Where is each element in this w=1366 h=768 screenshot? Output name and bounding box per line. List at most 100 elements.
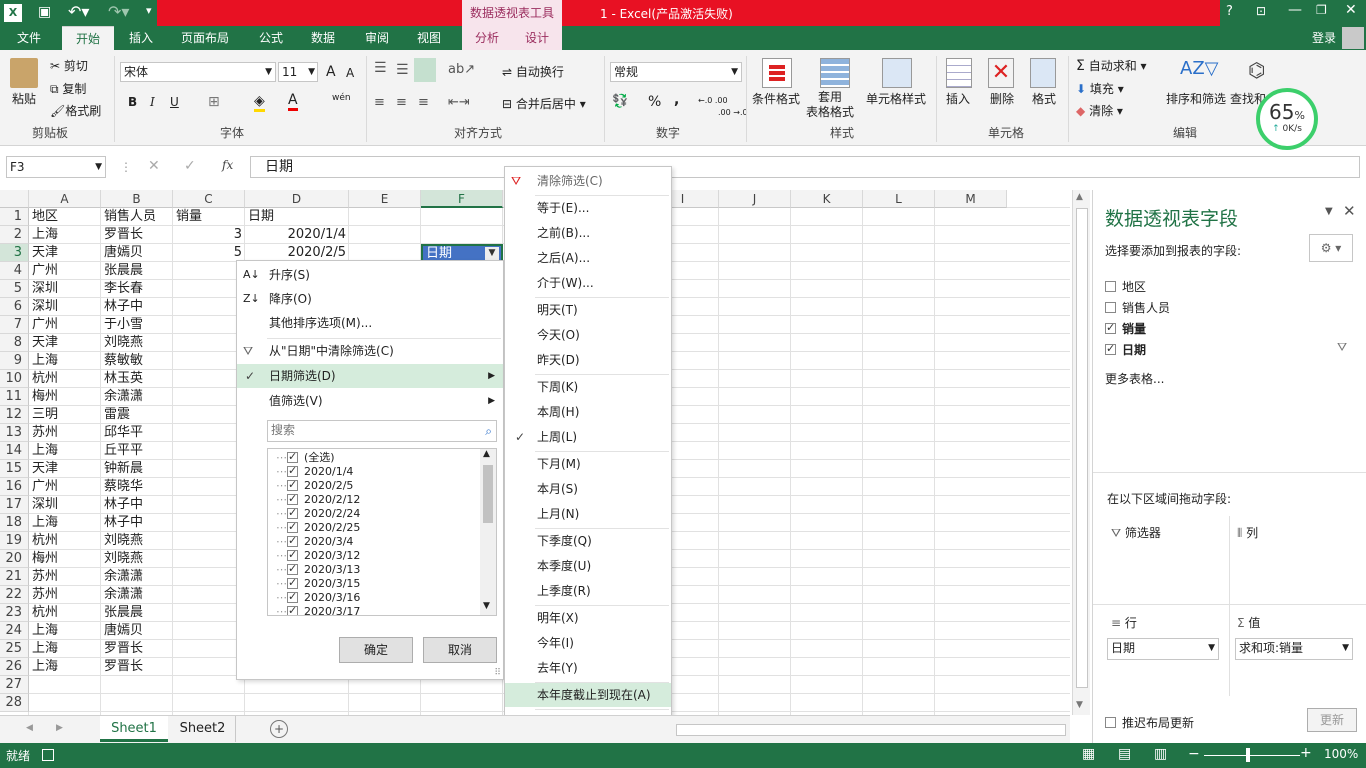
clear-button[interactable]: ◆ 清除 ▾ (1076, 102, 1123, 119)
phonetic-button[interactable]: wén (332, 93, 351, 103)
cell[interactable]: 林玉英 (101, 370, 173, 388)
cell[interactable]: 上海 (29, 640, 101, 658)
rows-area[interactable]: ≡ 行 (1111, 614, 1137, 631)
date-filter-option[interactable]: 去年(Y) (505, 656, 671, 680)
normal-view-icon[interactable]: ▦ (1082, 746, 1095, 762)
cell[interactable]: 天津 (29, 244, 101, 262)
font-size-select[interactable]: 11 ▼ (278, 62, 318, 82)
cell[interactable]: 邱华平 (101, 424, 173, 442)
date-filter-option[interactable]: 下季度(Q) (505, 529, 671, 553)
cell[interactable] (173, 640, 245, 658)
cell[interactable]: 上海 (29, 442, 101, 460)
tab-design[interactable]: 设计 (512, 26, 562, 50)
cell[interactable]: 林子中 (101, 298, 173, 316)
tab-file[interactable]: 文件 (0, 26, 58, 50)
cell[interactable] (173, 514, 245, 532)
cell[interactable] (173, 406, 245, 424)
sheet-tab-sheet2[interactable]: Sheet2 (170, 716, 236, 742)
row-header[interactable]: 1 (0, 208, 29, 226)
shrink-font-button[interactable]: A (346, 66, 354, 80)
cancel-icon[interactable]: ✕ (148, 158, 160, 174)
enter-icon[interactable]: ✓ (184, 158, 196, 174)
scroll-down-icon[interactable]: ▼ (1076, 700, 1083, 710)
font-color-button[interactable]: A (288, 92, 298, 111)
cell[interactable]: 销售人员 (101, 208, 173, 226)
horizontal-scrollbar[interactable] (676, 724, 1066, 736)
cell[interactable]: 刘晓燕 (101, 532, 173, 550)
pane-options-icon[interactable]: ▼ (1325, 206, 1333, 217)
currency-icon[interactable]: 💱 (612, 94, 628, 109)
redo-icon[interactable]: ↷▾ (108, 2, 129, 21)
cell[interactable] (173, 424, 245, 442)
date-filter-option[interactable]: 上月(N) (505, 502, 671, 526)
cell[interactable]: 上海 (29, 514, 101, 532)
columns-area[interactable]: ⦀ 列 (1237, 524, 1258, 541)
cell[interactable]: 张晨晨 (101, 262, 173, 280)
qat-menu-icon[interactable]: ▾ (146, 4, 152, 17)
add-sheet-icon[interactable]: + (270, 720, 288, 738)
cell[interactable]: 唐嫣贝 (101, 244, 173, 262)
tab-analyze[interactable]: 分析 (462, 26, 512, 50)
update-button[interactable]: 更新 (1307, 708, 1357, 732)
filter-dropdown-icon[interactable]: ▼ (485, 247, 499, 260)
gear-icon[interactable]: ⚙ ▾ (1309, 234, 1353, 262)
row-header[interactable]: 22 (0, 586, 29, 604)
date-filter-option[interactable]: 下周(K) (505, 375, 671, 399)
row-header[interactable]: 11 (0, 388, 29, 406)
italic-button[interactable]: I (150, 95, 155, 109)
cell[interactable]: 苏州 (29, 568, 101, 586)
align-right-icon[interactable]: ≡ (418, 95, 429, 110)
cell[interactable] (101, 676, 173, 694)
date-filter-option[interactable]: 昨天(D) (505, 348, 671, 372)
column-header[interactable]: C (173, 190, 245, 208)
prev-sheet-icon[interactable]: ◀ (26, 723, 33, 733)
indent-icon[interactable]: ⇤⇥ (448, 95, 470, 110)
cell[interactable]: 苏州 (29, 424, 101, 442)
paste-icon[interactable] (10, 58, 38, 88)
cell[interactable]: 广州 (29, 478, 101, 496)
row-header[interactable]: 25 (0, 640, 29, 658)
cell[interactable] (173, 586, 245, 604)
align-center-icon[interactable]: ≡ (396, 95, 407, 110)
row-header[interactable]: 15 (0, 460, 29, 478)
cell[interactable] (173, 298, 245, 316)
date-filter-option[interactable]: ⛛ 清除筛选(C) (505, 169, 671, 193)
cell[interactable]: 余潇潇 (101, 388, 173, 406)
ok-button[interactable]: 确定 (339, 637, 413, 663)
fill-color-icon[interactable]: ◈ (254, 93, 265, 112)
orientation-icon[interactable]: ab↗ (448, 62, 475, 77)
cell[interactable]: 于小雪 (101, 316, 173, 334)
cut-button[interactable]: ✂ 剪切 (50, 57, 88, 74)
bold-button[interactable]: B (128, 95, 137, 109)
scroll-up-icon[interactable]: ▲ (483, 449, 490, 459)
row-header[interactable]: 23 (0, 604, 29, 622)
row-header[interactable]: 2 (0, 226, 29, 244)
column-header[interactable]: D (245, 190, 349, 208)
minimize-icon[interactable]: — (1288, 2, 1302, 18)
row-header[interactable]: 3 (0, 244, 29, 262)
cell[interactable] (173, 694, 245, 712)
tab-home[interactable]: 开始 (62, 26, 114, 50)
values-area[interactable]: Σ 值 (1237, 614, 1260, 631)
restore-icon[interactable]: ❐ (1316, 3, 1327, 17)
cell[interactable] (245, 694, 349, 712)
cell[interactable] (29, 694, 101, 712)
row-header[interactable]: 12 (0, 406, 29, 424)
pivot-field-item[interactable]: 销量 (1105, 320, 1146, 337)
tab-formulas[interactable]: 公式 (248, 26, 294, 50)
cell[interactable]: 深圳 (29, 496, 101, 514)
column-header[interactable]: E (349, 190, 421, 208)
row-header[interactable]: 5 (0, 280, 29, 298)
zoom-in-button[interactable]: + (1300, 745, 1312, 761)
row-header[interactable]: 13 (0, 424, 29, 442)
cell[interactable] (173, 442, 245, 460)
cell[interactable]: 上海 (29, 658, 101, 676)
comma-button[interactable]: , (674, 92, 679, 108)
date-filter-option[interactable]: 上季度(R) (505, 579, 671, 603)
name-box[interactable]: F3 ▼ (6, 156, 106, 178)
font-name-select[interactable]: 宋体 ▼ (120, 62, 276, 82)
resize-grip-icon[interactable]: ⠿ (494, 668, 501, 678)
filters-area[interactable]: ⛛ 筛选器 (1111, 524, 1161, 541)
cell[interactable] (173, 262, 245, 280)
cancel-button[interactable]: 取消 (423, 637, 497, 663)
